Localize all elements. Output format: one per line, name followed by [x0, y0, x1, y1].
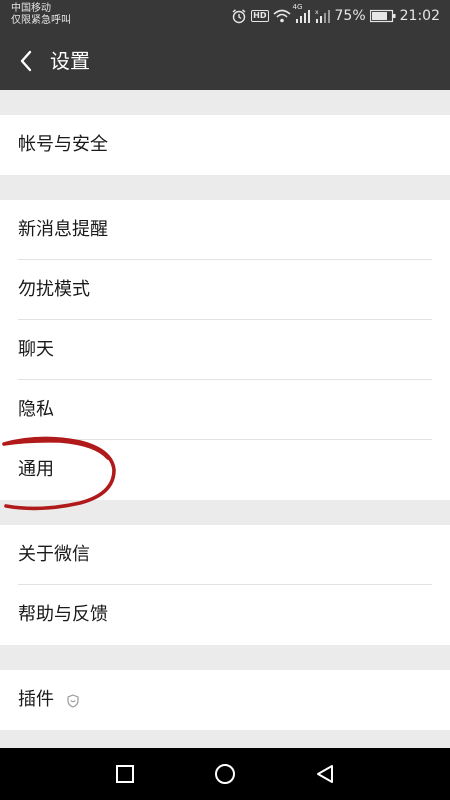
status-bar: 中国移动 仅限紧急呼叫 HD 4G x 75% 21:02	[0, 0, 450, 32]
settings-group-account: 帐号与安全	[0, 115, 450, 175]
home-circle-icon[interactable]	[213, 762, 237, 786]
clock: 21:02	[399, 8, 440, 24]
battery-percent: 75%	[334, 8, 366, 24]
alarm-icon	[231, 8, 247, 24]
settings-item-account-security[interactable]: 帐号与安全	[0, 115, 450, 175]
settings-item-label: 插件	[18, 689, 54, 710]
settings-item-label: 隐私	[18, 399, 54, 420]
settings-group-plugins: 插件	[0, 670, 450, 730]
wifi-icon	[272, 9, 291, 23]
settings-item-plugins[interactable]: 插件	[0, 670, 450, 730]
system-nav-bar	[0, 748, 450, 800]
settings-group-preferences: 新消息提醒 勿扰模式 聊天 隐私 通用	[0, 200, 450, 500]
carrier-name: 中国移动	[11, 3, 51, 14]
svg-text:x: x	[315, 9, 319, 16]
settings-item-do-not-disturb[interactable]: 勿扰模式	[0, 260, 450, 320]
back-triangle-icon[interactable]	[313, 762, 337, 786]
settings-item-label: 聊天	[18, 339, 54, 360]
settings-item-about-wechat[interactable]: 关于微信	[0, 525, 450, 585]
network-type-label: 4G	[292, 3, 303, 11]
settings-group-about: 关于微信 帮助与反馈	[0, 525, 450, 645]
back-arrow-icon	[20, 50, 32, 72]
settings-item-chat[interactable]: 聊天	[0, 320, 450, 380]
settings-item-general[interactable]: 通用	[0, 440, 450, 500]
settings-item-new-message-alerts[interactable]: 新消息提醒	[0, 200, 450, 260]
plugin-shield-icon	[67, 694, 79, 708]
title-bar: 设置	[0, 32, 450, 90]
settings-item-label: 新消息提醒	[18, 219, 108, 240]
settings-item-label: 帐号与安全	[18, 134, 108, 155]
signal-icon-1: 4G	[293, 3, 311, 23]
settings-item-label: 通用	[18, 459, 54, 480]
emergency-only-text: 仅限紧急呼叫	[11, 15, 71, 26]
settings-item-label: 勿扰模式	[18, 279, 90, 300]
battery-icon	[369, 9, 396, 23]
carrier-info: 中国移动 仅限紧急呼叫	[11, 3, 71, 27]
page-title: 设置	[50, 49, 90, 73]
settings-item-label: 帮助与反馈	[18, 604, 108, 625]
settings-item-privacy[interactable]: 隐私	[0, 380, 450, 440]
back-button[interactable]	[12, 46, 40, 76]
settings-item-label: 关于微信	[18, 544, 90, 565]
signal-icon-2: x	[315, 9, 331, 23]
status-icons: HD 4G x 75% 21:02	[231, 3, 440, 25]
hd-icon: HD	[251, 10, 269, 22]
recents-square-icon[interactable]	[113, 762, 137, 786]
settings-item-help-feedback[interactable]: 帮助与反馈	[0, 585, 450, 645]
